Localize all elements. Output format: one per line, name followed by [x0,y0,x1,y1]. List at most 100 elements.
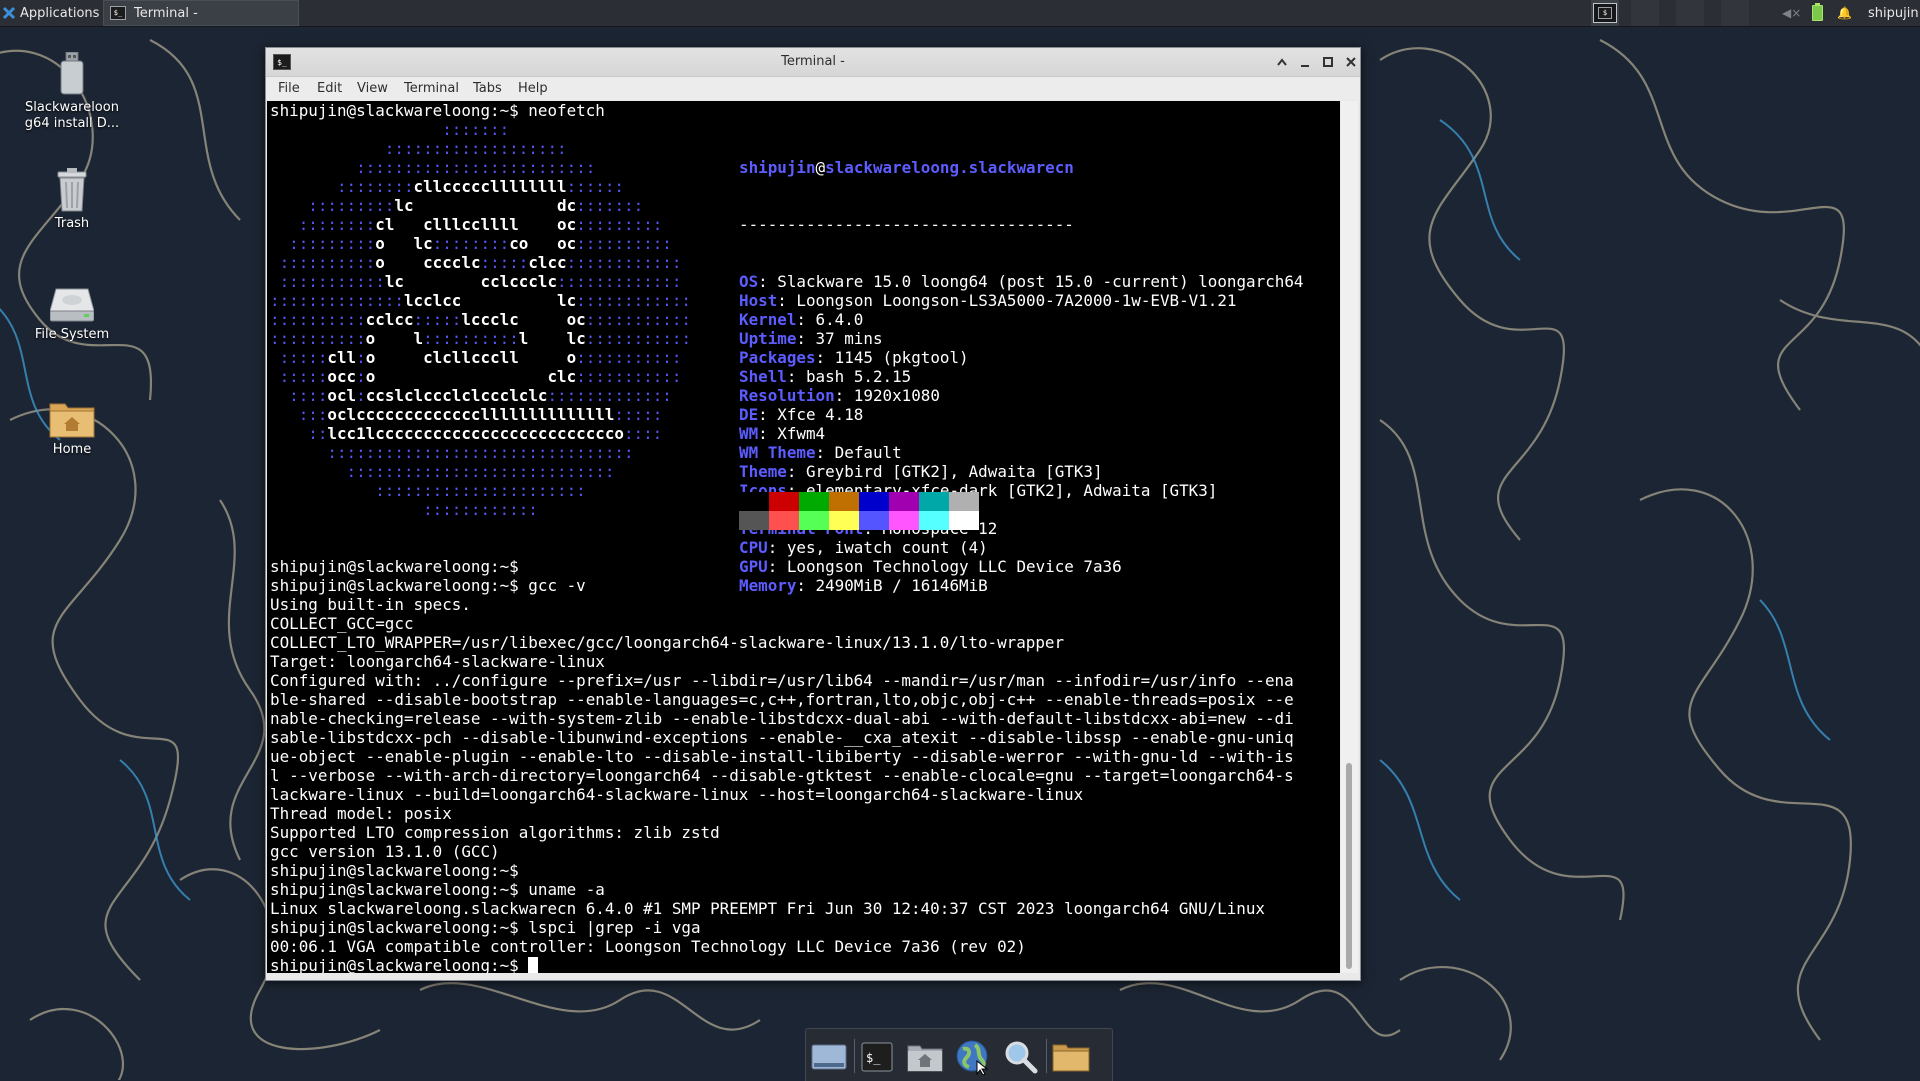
dock-separator [1046,1039,1047,1073]
dock-terminal[interactable]: $_ [857,1037,897,1077]
terminal-icon: $_ [861,1042,893,1072]
neofetch-field-key: Host [739,291,778,310]
neofetch-field-key: Resolution [739,386,835,405]
maximize-button[interactable] [1318,52,1338,72]
logo-line: :::::::::::lc cclccclc::::::::::::: [270,272,682,291]
output-line: shipujin@slackwareloong:~$ [270,861,519,880]
neofetch-field-value: : Loongson Loongson-LS3A5000-7A2000-1w-E… [777,291,1237,310]
palette-swatch-dark [739,492,769,511]
logo-line: ::::::::::::::lcclcc lc:::::::::::: [270,291,691,310]
user-menu[interactable]: shipujin [1868,0,1919,26]
chevron-up-icon [1277,58,1287,66]
dock-web-browser[interactable] [953,1037,993,1077]
palette-swatch-bright [859,511,889,530]
terminal-scrollbar[interactable] [1341,101,1358,973]
logo-line: ::::::::cl clllccllll oc::::::::: [270,215,663,234]
show-desktop-icon [811,1044,847,1070]
dock-show-desktop[interactable] [809,1037,849,1077]
neofetch-field-key: OS [739,272,759,291]
desktop-icon-file-system[interactable]: File System [17,285,127,343]
logo-line: :::::::::::: [270,500,538,519]
output-line: ue-object --enable-plugin --enable-lto -… [270,747,1294,766]
palette-swatch-dark [949,492,979,511]
minimize-button[interactable] [1295,52,1315,72]
workspace-1-button[interactable]: $ [1591,0,1619,26]
logo-line: :::::occ:o clc::::::::::: [270,367,682,386]
menu-tabs[interactable]: Tabs [473,81,502,96]
palette-dark-row [739,492,979,511]
logo-line: ::::::::::o l::::::::::l lc::::::::::: [270,329,692,348]
usb-drive-icon [60,52,84,95]
menu-view[interactable]: View [357,81,388,96]
output-line: 00:06.1 VGA compatible controller: Loong… [270,937,1026,956]
close-button[interactable] [1341,52,1361,72]
neofetch-field-key: CPU [739,538,768,557]
neofetch-field-key: WM [739,424,759,443]
xfce-logo-icon [2,6,16,20]
palette-swatch-bright [829,511,859,530]
window-titlebar[interactable]: $_ Terminal - [266,48,1360,77]
palette-swatch-dark [829,492,859,511]
text-cursor [528,957,539,973]
output-line: gcc version 13.1.0 (GCC) [270,842,500,861]
menu-terminal[interactable]: Terminal [404,81,459,96]
logo-line: ::::::::::o cccclc:::::clcc:::::::::::: [270,253,682,272]
workspace-1-thumbnail: $ [1593,3,1617,23]
neofetch-field: Resolution: 1920x1080 [739,386,1303,405]
workspace-4-button[interactable] [1721,0,1749,26]
desktop-icon-home[interactable]: Home [17,398,127,458]
workspace-3-button[interactable] [1676,0,1704,26]
palette-swatch-dark [889,492,919,511]
logo-line: ::::::::::cclcc:::::lccclc oc::::::::::: [270,310,691,329]
neofetch-fields: OS: Slackware 15.0 loong64 (post 15.0 -c… [739,272,1303,595]
dock-file-manager[interactable] [1051,1037,1091,1077]
palette-swatch-dark [769,492,799,511]
taskbar-terminal-button[interactable]: $_ Terminal - [103,0,299,26]
trash-icon [57,168,87,212]
neofetch-field: Shell: bash 5.2.15 [739,367,1303,386]
shell-prompt: shipujin@slackwareloong:~$ [270,956,529,973]
logo-line: :::::::::::::::::::::::::::: [270,462,615,481]
logo-line: ::::::: [270,120,510,139]
shade-button[interactable] [1272,52,1292,72]
maximize-icon [1323,57,1333,67]
desktop-icon-trash[interactable]: Trash [17,168,127,232]
output-line: Supported LTO compression algorithms: zl… [270,823,720,842]
battery-icon[interactable] [1812,0,1824,26]
neofetch-field: WM: Xfwm4 [739,424,1303,443]
palette-swatch-bright [739,511,769,530]
dock-app-finder[interactable] [1001,1037,1041,1077]
terminal-icon: $ [1598,7,1612,19]
scrollbar-thumb[interactable] [1346,763,1352,969]
dock-home-folder[interactable] [905,1037,945,1077]
desktop-icon-install-drive[interactable]: Slackwareloon g64 install D... [17,52,127,132]
top-panel: Applications ⋮ $_ Terminal - $ ◀× 🔔 ship… [0,0,1920,27]
current-prompt-line[interactable]: shipujin@slackwareloong:~$ [270,956,539,973]
palette-bright-row [739,511,979,530]
applications-menu[interactable]: Applications [2,0,100,26]
output-line: Thread model: posix [270,804,452,823]
menu-file[interactable]: File [278,81,300,96]
neofetch-field-value: : 6.4.0 [796,310,864,329]
neofetch-field-value: : Xfwm4 [758,424,826,443]
palette-swatch-bright [889,511,919,530]
workspace-2-button[interactable] [1631,0,1659,26]
home-folder-icon [49,403,95,438]
volume-muted-icon[interactable]: ◀× [1782,0,1801,26]
neofetch-command-line: shipujin@slackwareloong:~$ neofetch [270,101,605,120]
menu-help[interactable]: Help [518,81,548,96]
menu-edit[interactable]: Edit [317,81,342,96]
neofetch-field: CPU: yes, iwatch count (4) [739,538,1303,557]
notification-bell-icon[interactable]: 🔔 [1837,0,1852,26]
neofetch-user-host: shipujin@slackwareloong.slackwarecn [739,158,1303,177]
logo-line: ::::ocl:ccslclccclclccclclc::::::::::::: [270,386,672,405]
terminal-output[interactable]: shipujin@slackwareloong:~$ neofetch ::::… [267,101,1340,973]
neofetch-host: slackwareloong.slackwarecn [825,158,1074,177]
neofetch-field-key: Theme [739,462,787,481]
output-line: l --verbose --with-arch-directory=loonga… [270,766,1294,785]
neofetch-field-key: Kernel [739,310,797,329]
output-line: shipujin@slackwareloong:~$ uname -a [270,880,605,899]
logo-line: :::::::::::::::::::::: [270,481,586,500]
neofetch-field-key: DE [739,405,759,424]
desktop-icon-label: Slackwareloon g64 install D... [24,100,120,131]
